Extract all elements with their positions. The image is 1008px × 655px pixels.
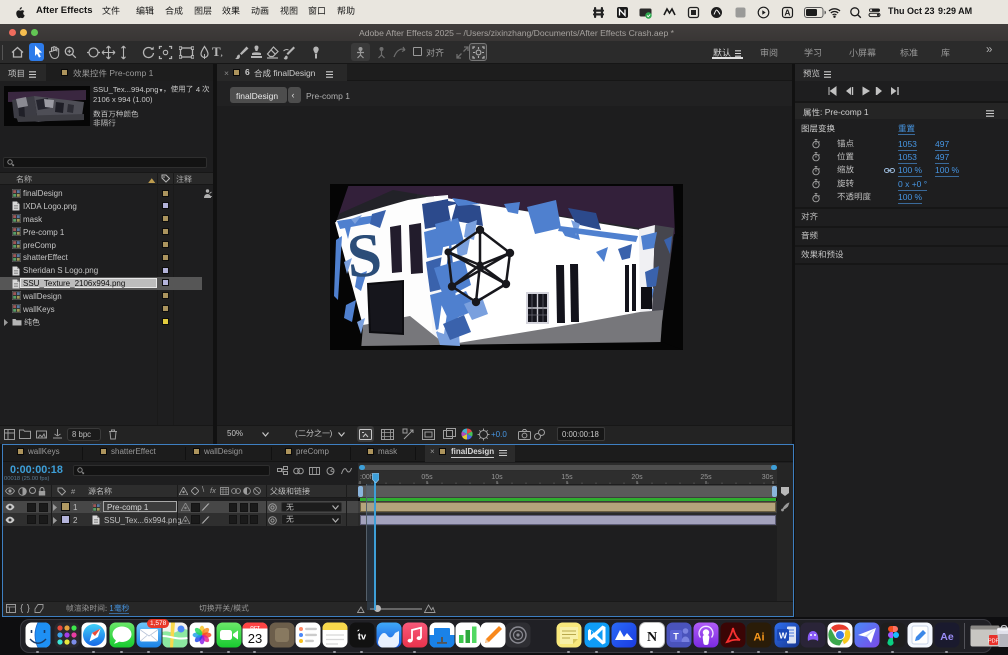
svg-text:25s: 25s <box>700 474 712 481</box>
svg-text:20s: 20s <box>631 474 643 481</box>
svg-text:tv: tv <box>358 632 367 643</box>
svg-text:Ai: Ai <box>754 632 765 644</box>
svg-text:30s: 30s <box>762 474 774 481</box>
svg-text:A: A <box>784 8 790 18</box>
svg-text:OCT: OCT <box>250 625 260 630</box>
svg-text:Ae: Ae <box>940 631 954 643</box>
svg-text:05s: 05s <box>421 474 433 481</box>
svg-text::00f: :00f <box>360 474 372 481</box>
svg-text:T: T <box>673 632 679 642</box>
svg-text:23: 23 <box>248 631 262 646</box>
svg-text:S: S <box>345 221 384 291</box>
svg-text:10s: 10s <box>491 474 503 481</box>
svg-text:W: W <box>779 631 788 641</box>
svg-text:N: N <box>647 630 657 645</box>
svg-text:15s: 15s <box>561 474 573 481</box>
